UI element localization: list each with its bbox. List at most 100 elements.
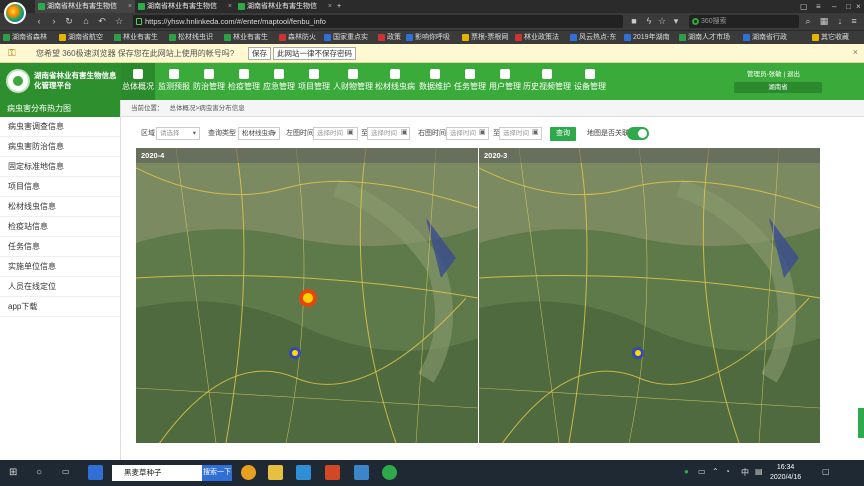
nav-project[interactable]: 项目管理	[297, 63, 331, 100]
nav-overview[interactable]: 总体概况	[121, 63, 155, 100]
query-button[interactable]: 查询	[550, 127, 576, 141]
left-map[interactable]: 2020-4	[136, 148, 478, 443]
side-scroll-tab[interactable]	[858, 408, 864, 438]
start-icon[interactable]: ⊞	[9, 467, 17, 478]
sidebar-item-control[interactable]: 病虫害防治信息	[0, 137, 120, 157]
bookmark-item[interactable]: 湖南人才市场	[678, 31, 730, 45]
sidebar-item-heatmap[interactable]: 病虫害分布热力图	[0, 100, 120, 117]
sidebar-item-app-download[interactable]: app下载	[0, 297, 120, 317]
skin-icon[interactable]: ▢	[800, 0, 808, 13]
app-icon[interactable]	[88, 465, 103, 480]
app-icon[interactable]	[296, 465, 311, 480]
app-icon[interactable]	[354, 465, 369, 480]
sidebar-item-tasks[interactable]: 任务信息	[0, 237, 120, 257]
sidebar-item-pine-wilt[interactable]: 松材线虫信息	[0, 197, 120, 217]
input-language[interactable]: 中	[741, 467, 749, 478]
save-password-button[interactable]: 保存	[248, 47, 271, 60]
taskbar-search-input[interactable]: 黑麦草种子	[112, 465, 202, 481]
bookmark-item[interactable]: 2019年湖南	[623, 31, 670, 45]
region-select[interactable]: 请选择 ▾	[156, 127, 200, 140]
nav-quarantine[interactable]: 检疫管理	[227, 63, 261, 100]
search-input[interactable]: 360搜索	[689, 15, 799, 28]
nav-pine-wilt[interactable]: 松材线虫病	[375, 63, 415, 100]
taskbar-search-button[interactable]: 搜索一下	[202, 465, 232, 481]
maximize-icon[interactable]: □	[846, 0, 851, 13]
nav-resources[interactable]: 人财物管理	[333, 63, 373, 100]
sidebar-item-units[interactable]: 实施单位信息	[0, 257, 120, 277]
home-icon[interactable]: ⌂	[80, 15, 92, 27]
network-icon[interactable]: ◔	[725, 467, 730, 476]
sidebar-item-quarantine-station[interactable]: 检疫站信息	[0, 217, 120, 237]
close-tab-icon[interactable]: ×	[328, 0, 332, 13]
wechat-icon[interactable]	[382, 465, 397, 480]
bookmark-item[interactable]: 票根-票根网	[461, 31, 508, 45]
favorite-icon[interactable]: ☆	[656, 15, 668, 27]
back-icon[interactable]: ‹	[33, 15, 45, 27]
menu-more-icon[interactable]: ≡	[848, 15, 860, 27]
task-view-icon[interactable]: ▭	[62, 467, 70, 476]
bookmark-item[interactable]: 松材线虫识	[168, 31, 213, 45]
sidebar-item-project[interactable]: 项目信息	[0, 177, 120, 197]
browser-tab[interactable]: 湖南省林业有害生物信 ×	[235, 0, 335, 13]
bookmark-folder[interactable]: 其它收藏	[811, 31, 849, 45]
user-info[interactable]: 管理员-张敏 | 退出	[747, 68, 800, 78]
minimize-icon[interactable]: –	[832, 0, 836, 13]
nav-devices[interactable]: 设备管理	[573, 63, 607, 100]
powerpoint-icon[interactable]	[325, 465, 340, 480]
extensions-icon[interactable]: ▦	[818, 15, 830, 27]
bookmark-item[interactable]: 林业有害生	[223, 31, 268, 45]
close-icon[interactable]: ×	[853, 47, 858, 57]
search-icon[interactable]: ⌕	[802, 15, 814, 27]
dropdown-icon[interactable]: ▾	[670, 15, 682, 27]
forward-icon[interactable]: ›	[48, 15, 60, 27]
refresh-icon[interactable]: ↻	[63, 15, 75, 27]
tray-arrow-icon[interactable]: ⌃	[712, 467, 719, 476]
nav-video-history[interactable]: 历史视频管理	[523, 63, 571, 100]
sidebar-item-fixed-plot[interactable]: 固定标准地信息	[0, 157, 120, 177]
url-bar[interactable]: https://yhsw.hnlinkeda.com/#/enter/mapto…	[133, 15, 623, 28]
download-icon[interactable]: ↓	[834, 15, 846, 27]
sidebar-item-survey[interactable]: 病虫害调查信息	[0, 117, 120, 137]
tray-wechat-icon[interactable]: ●	[684, 467, 689, 476]
nav-data[interactable]: 数据维护	[418, 63, 452, 100]
bookmark-item[interactable]: 林业有害生	[113, 31, 158, 45]
clock[interactable]: 16:34 2020/4/16	[770, 463, 801, 483]
bookmark-item[interactable]: 政策	[377, 31, 401, 45]
browser-tab[interactable]: 湖南省林业有害生物信 ×	[35, 0, 135, 13]
query-type-select[interactable]: 松材线虫病 ▾	[238, 127, 280, 140]
calendar-icon[interactable]: ▣	[479, 128, 486, 136]
new-tab-button[interactable]: +	[335, 0, 349, 13]
nav-emergency[interactable]: 应急管理	[262, 63, 296, 100]
calendar-icon[interactable]: ▣	[401, 128, 408, 136]
browser-taskbar-icon[interactable]	[241, 465, 256, 480]
nav-users[interactable]: 用户管理	[488, 63, 522, 100]
close-window-icon[interactable]: ×	[856, 0, 861, 13]
menu-icon[interactable]: ≡	[816, 0, 821, 13]
right-map[interactable]: 2020-3	[479, 148, 820, 443]
file-explorer-icon[interactable]	[268, 465, 283, 480]
map-link-toggle[interactable]	[627, 127, 649, 140]
browser-logo-icon[interactable]	[4, 2, 26, 24]
bookmark-item[interactable]: 风云热点-东	[569, 31, 616, 45]
nav-tasks[interactable]: 任务管理	[453, 63, 487, 100]
bookmark-item[interactable]: 国家重点实	[323, 31, 368, 45]
video-icon[interactable]: ■	[628, 15, 640, 27]
tray-icon[interactable]: ▭	[698, 467, 706, 476]
nav-monitoring[interactable]: 监测预报	[157, 63, 191, 100]
notification-icon[interactable]: ▢	[822, 467, 830, 476]
bookmark-item[interactable]: 影响你呼吸	[405, 31, 450, 45]
input-method-icon[interactable]: ▤	[755, 467, 763, 476]
undo-icon[interactable]: ↶	[96, 15, 108, 27]
bookmark-item[interactable]: 林业政策法	[514, 31, 559, 45]
browser-tab[interactable]: 湖南省林业有害生物信 ×	[135, 0, 235, 13]
nav-control[interactable]: 防治管理	[192, 63, 226, 100]
star-icon[interactable]: ☆	[113, 15, 125, 27]
calendar-icon[interactable]: ▣	[347, 128, 354, 136]
region-selector[interactable]: 湖南省	[734, 82, 822, 93]
close-tab-icon[interactable]: ×	[228, 0, 232, 13]
bookmark-item[interactable]: 湖南省行政	[742, 31, 787, 45]
bookmark-item[interactable]: 森林防火	[278, 31, 316, 45]
calendar-icon[interactable]: ▣	[532, 128, 539, 136]
sidebar-item-personnel-location[interactable]: 人员在线定位	[0, 277, 120, 297]
bookmark-item[interactable]: 湖南省航空	[58, 31, 103, 45]
